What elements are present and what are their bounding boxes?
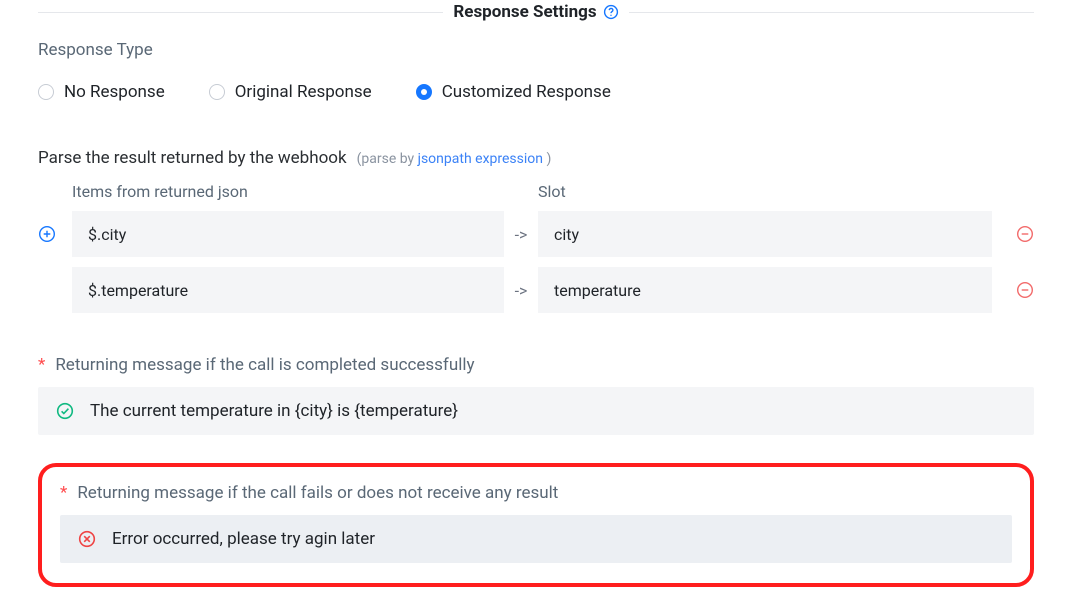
parse-sub: (parse by jsonpath expression ) [357, 151, 552, 167]
section-title: Response Settings [453, 2, 596, 22]
radio-control [38, 84, 54, 100]
radio-customized-response[interactable]: Customized Response [416, 82, 611, 102]
response-type-label: Response Type [38, 40, 1034, 60]
slot-input[interactable]: city [538, 211, 992, 257]
success-message-field: * Returning message if the call is compl… [38, 355, 1034, 435]
column-header-items: Items from returned json [72, 182, 504, 201]
failure-message-value: Error occurred, please try agin later [112, 529, 375, 549]
radio-original-response[interactable]: Original Response [209, 82, 372, 102]
table-row: $.city -> city [38, 211, 1034, 257]
parse-label: Parse the result returned by the webhook [38, 148, 347, 168]
required-icon: * [60, 485, 67, 502]
arrow-icon: -> [504, 225, 538, 244]
divider [629, 12, 1034, 13]
add-row-button[interactable] [38, 225, 56, 243]
parse-sub-suffix: ) [543, 151, 551, 167]
parse-table: Items from returned json Slot $.city -> … [38, 182, 1034, 313]
failure-message-input[interactable]: Error occurred, please try agin later [60, 515, 1012, 563]
remove-row-button[interactable] [1016, 225, 1034, 243]
column-header-slot: Slot [538, 182, 1034, 201]
radio-label: Original Response [235, 82, 372, 102]
radio-label: Customized Response [442, 82, 611, 102]
radio-control [416, 84, 432, 100]
item-value: $.temperature [88, 281, 188, 300]
failure-highlight-box: * Returning message if the call fails or… [38, 463, 1034, 587]
arrow-icon: -> [504, 281, 538, 300]
item-input[interactable]: $.city [72, 211, 504, 257]
radio-label: No Response [64, 82, 165, 102]
item-value: $.city [88, 225, 126, 244]
failure-message-label: Returning message if the call fails or d… [77, 483, 558, 503]
success-message-input[interactable]: The current temperature in {city} is {te… [38, 387, 1034, 435]
slot-value: city [554, 225, 579, 244]
parse-sub-prefix: (parse by [357, 151, 418, 167]
check-circle-icon [56, 402, 74, 420]
jsonpath-link[interactable]: jsonpath expression [418, 151, 543, 167]
required-icon: * [38, 357, 45, 374]
response-type-radio-group: No Response Original Response Customized… [38, 82, 1034, 102]
remove-row-button[interactable] [1016, 281, 1034, 299]
radio-control [209, 84, 225, 100]
success-message-label: Returning message if the call is complet… [55, 355, 474, 375]
item-input[interactable]: $.temperature [72, 267, 504, 313]
error-circle-icon [78, 530, 96, 548]
table-row: $.temperature -> temperature [38, 267, 1034, 313]
slot-value: temperature [554, 281, 641, 300]
slot-input[interactable]: temperature [538, 267, 992, 313]
section-legend: Response Settings [38, 2, 1034, 22]
divider [38, 12, 443, 13]
help-icon[interactable] [603, 4, 619, 20]
success-message-value: The current temperature in {city} is {te… [90, 401, 458, 421]
parse-label-row: Parse the result returned by the webhook… [38, 148, 1034, 168]
radio-no-response[interactable]: No Response [38, 82, 165, 102]
